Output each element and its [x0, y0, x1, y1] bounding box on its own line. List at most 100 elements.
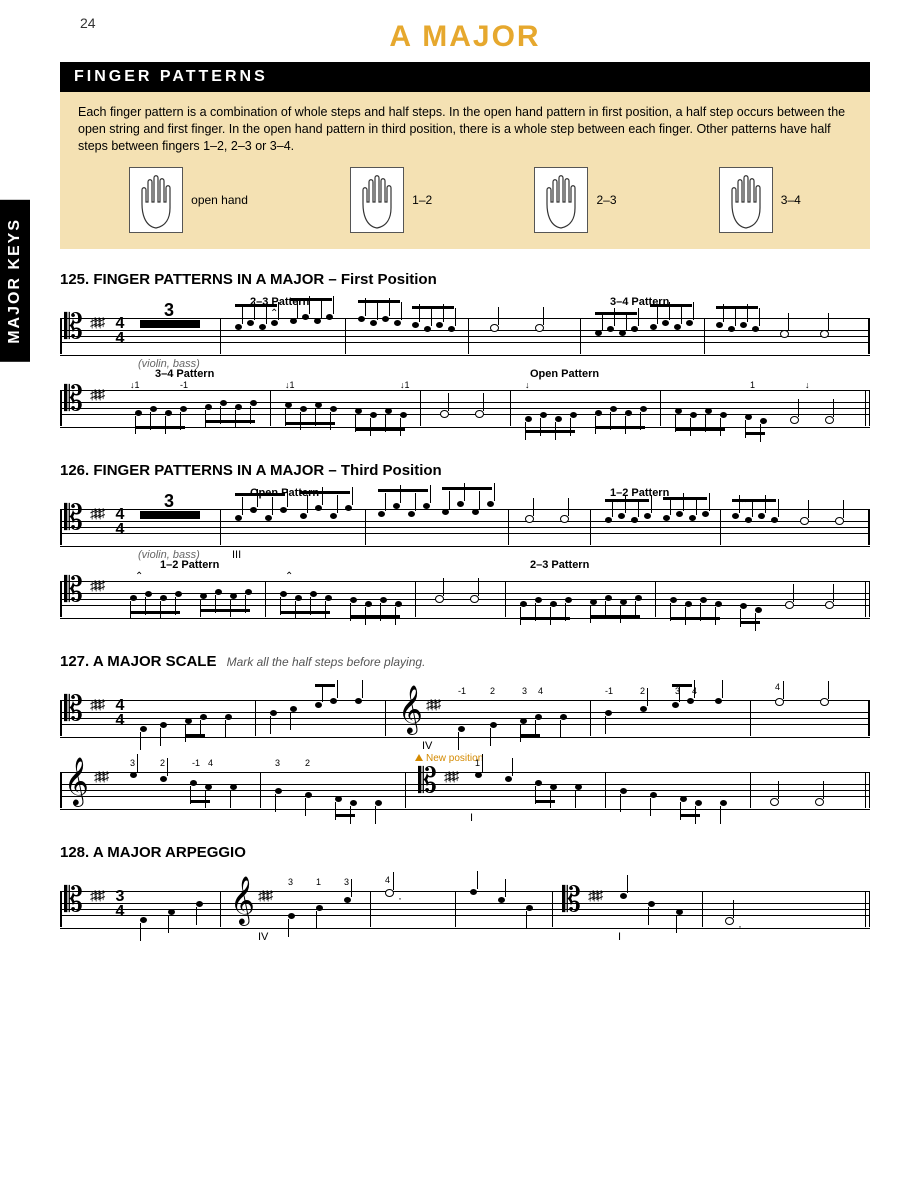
caret-icon: ⌃	[135, 571, 143, 582]
intro-text: Each finger pattern is a combination of …	[78, 104, 852, 155]
fingering: 4	[538, 686, 543, 696]
alto-clef-icon: 𝄡	[562, 883, 581, 917]
multirest-number: 3	[164, 491, 174, 512]
time-signature: 44	[114, 316, 126, 346]
fingering: ↓1	[130, 380, 140, 390]
fingering: 1	[316, 877, 321, 887]
exercise-number: 126.	[60, 462, 89, 479]
hand-icon	[350, 167, 404, 233]
key-signature: ♯♯♯	[258, 887, 270, 903]
key-signature: ♯♯♯	[90, 314, 102, 330]
staff-line: 𝄡 ♯♯♯ 44 3 (violin, bass) III Open Patte…	[60, 487, 870, 559]
hand-label: open hand	[191, 192, 248, 208]
hand-icon	[129, 167, 183, 233]
fingering: 4	[208, 758, 213, 768]
staff-line: 𝄡 ♯♯♯ 3–4 Pattern ↓1 -1 ↓1 ↓1	[60, 368, 870, 440]
staff-line: 𝄡 ♯♯♯ 34 𝄞 ♯♯♯ IV 3 1 3 4 ·	[60, 869, 870, 941]
exercise-title: FINGER PATTERNS IN A MAJOR – Third Posit…	[93, 462, 441, 479]
dot-icon: ·	[398, 891, 402, 905]
fingering: ↓	[525, 380, 530, 390]
roman-numeral: I	[470, 812, 473, 824]
fingering: 4	[385, 875, 390, 885]
finger-patterns-box: Each finger pattern is a combination of …	[60, 92, 870, 249]
fingering: 2	[305, 758, 310, 768]
hand-icon	[534, 167, 588, 233]
fingering: -1	[605, 686, 613, 696]
fingering: ↓1	[285, 380, 295, 390]
hand-label: 2–3	[596, 192, 616, 208]
dot-icon: ·	[738, 919, 742, 933]
time-signature: 34	[114, 889, 126, 919]
pattern-label: Open Pattern	[530, 368, 599, 380]
hand-icon	[719, 167, 773, 233]
key-signature: ♯♯♯	[588, 887, 600, 903]
alto-clef-icon: 𝄡	[64, 573, 83, 607]
fingering: -1	[180, 380, 188, 390]
key-signature: ♯♯♯	[94, 768, 106, 784]
fingering: 2	[490, 686, 495, 696]
exercise-title: A MAJOR SCALE	[93, 653, 217, 670]
key-signature: ♯♯♯	[90, 505, 102, 521]
time-signature: 44	[114, 698, 126, 728]
fingering: 3	[344, 877, 349, 887]
alto-clef-icon: 𝄡	[64, 501, 83, 535]
fingering: 4	[775, 682, 780, 692]
fingering: 1	[750, 380, 755, 390]
fingering: 1	[475, 758, 480, 768]
treble-clef-icon: 𝄞	[230, 879, 255, 921]
exercise-title: A MAJOR ARPEGGIO	[93, 844, 246, 861]
fingering: -1	[458, 686, 466, 696]
fingering: ↓1	[400, 380, 410, 390]
multirest-number: 3	[164, 300, 174, 321]
page-number: 24	[80, 15, 96, 31]
alto-clef-icon: 𝄡	[64, 310, 83, 344]
fingering: -1	[192, 758, 200, 768]
hand-label: 1–2	[412, 192, 432, 208]
side-tab-major-keys: MAJOR KEYS	[0, 200, 30, 362]
fingering: 3	[522, 686, 527, 696]
pattern-label: 2–3 Pattern	[530, 559, 589, 571]
time-signature: 44	[114, 507, 126, 537]
roman-numeral: I	[618, 931, 621, 943]
fingering: 3	[275, 758, 280, 768]
staff-line: 𝄞 ♯♯♯ 3 2 -1 4 3 2 𝄡	[60, 750, 870, 822]
exercise-number: 125.	[60, 271, 89, 288]
key-signature: ♯♯♯	[90, 577, 102, 593]
hand-1-2: 1–2	[350, 167, 432, 233]
exercise-126: 126. FINGER PATTERNS IN A MAJOR – Third …	[60, 462, 870, 631]
caret-icon: ⌃	[285, 571, 293, 582]
hand-3-4: 3–4	[719, 167, 801, 233]
key-signature: ♯♯♯	[90, 887, 102, 903]
fingering: 2	[160, 758, 165, 768]
exercise-number: 128.	[60, 844, 89, 861]
fingering: 3	[130, 758, 135, 768]
exercise-127: 127. A MAJOR SCALE Mark all the half ste…	[60, 653, 870, 822]
hand-2-3: 2–3	[534, 167, 616, 233]
key-signature: ♯♯♯	[90, 696, 102, 712]
pattern-label: 3–4 Pattern	[155, 368, 214, 380]
key-signature: ♯♯♯	[90, 386, 102, 402]
fingering: ↓	[805, 380, 810, 390]
key-signature: ♯♯♯	[426, 696, 438, 712]
treble-clef-icon: 𝄞	[64, 760, 89, 802]
hand-open: open hand	[129, 167, 248, 233]
treble-clef-icon: 𝄞	[398, 688, 423, 730]
page-title: A MAJOR	[60, 20, 870, 54]
exercise-title: FINGER PATTERNS IN A MAJOR – First Posit…	[93, 271, 436, 288]
alto-clef-icon: 𝄡	[64, 883, 83, 917]
roman-numeral: IV	[258, 931, 268, 943]
pattern-label: 1–2 Pattern	[160, 559, 219, 571]
staff-line: 𝄡 ♯♯♯ 44 3 (violin, bass) 2–3 Pattern ⌃	[60, 296, 870, 368]
exercise-128: 128. A MAJOR ARPEGGIO 𝄡 ♯♯♯ 34 𝄞 ♯♯♯ IV …	[60, 844, 870, 941]
finger-patterns-heading: FINGER PATTERNS	[60, 62, 870, 92]
alto-clef-icon: 𝄡	[64, 382, 83, 416]
exercise-number: 127.	[60, 653, 89, 670]
alto-clef-icon: 𝄡	[64, 692, 83, 726]
staff-line: 𝄡 ♯♯♯ 44 𝄞 ♯♯♯ IV New position -1	[60, 678, 870, 750]
fingering: 3	[288, 877, 293, 887]
pattern-label: 1–2 Pattern	[610, 487, 669, 499]
exercise-125: 125. FINGER PATTERNS IN A MAJOR – First …	[60, 271, 870, 440]
fingering: 2	[640, 686, 645, 696]
hand-diagrams-row: open hand 1–2 2–3 3–4	[78, 167, 852, 233]
alto-clef-icon: 𝄡	[418, 764, 437, 798]
